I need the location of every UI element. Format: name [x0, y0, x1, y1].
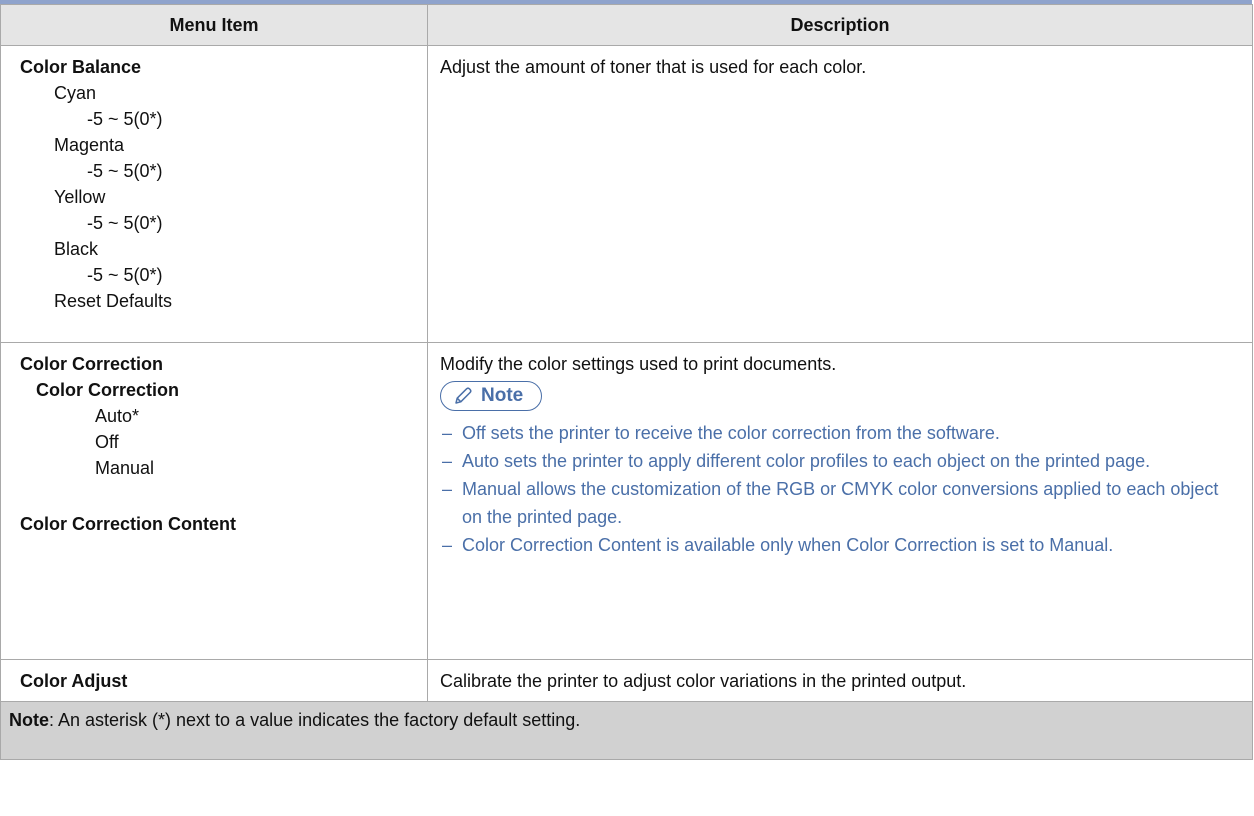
note-item: – Off sets the printer to receive the col…: [440, 419, 1242, 447]
menu-sub-item: Cyan: [54, 83, 97, 103]
menu-sub-item: Yellow: [54, 187, 106, 207]
description-text: Modify the color settings used to print …: [440, 354, 837, 374]
note-item-text: Color Correction Content is available on…: [462, 535, 1114, 555]
menu-sub-item: Reset Defaults: [54, 291, 173, 311]
note-dash: –: [442, 479, 453, 499]
note-label: Note: [481, 385, 524, 406]
note-item-text: Off sets the printer to receive the colo…: [462, 423, 1000, 443]
menu-item-title: Color Correction: [20, 354, 164, 374]
menu-option: Off: [95, 432, 119, 452]
menu-sub-title: Color Correction Content: [20, 514, 236, 534]
footer-note-text: : An asterisk (*) next to a value indica…: [49, 710, 581, 730]
menu-option: Manual: [95, 458, 155, 478]
note-dash: –: [442, 451, 453, 471]
menu-sub-title: Color Correction: [36, 380, 180, 400]
description-cell-color-balance: Adjust the amount of toner that is used …: [427, 45, 1253, 343]
note-item-text: Auto sets the printer to apply different…: [462, 451, 1151, 471]
table-row-color-balance: Color Balance Cyan -5 ~ 5(0*) Magenta -5…: [0, 45, 1253, 343]
footer-note: Note: An asterisk (*) next to a value in…: [0, 701, 1253, 760]
description-cell-color-adjust: Calibrate the printer to adjust color va…: [427, 659, 1253, 702]
table-footer-row: Note: An asterisk (*) next to a value in…: [0, 701, 1253, 760]
menu-item-title: Color Balance: [20, 57, 142, 77]
table-header-row: Menu Item Description: [0, 4, 1253, 46]
note-item: – Manual allows the customization of the …: [440, 475, 1242, 531]
menu-value-range: -5 ~ 5(0*): [87, 265, 163, 285]
menu-sub-item: Magenta: [54, 135, 125, 155]
note-dash: –: [442, 423, 453, 443]
menu-cell-color-balance: Color Balance Cyan -5 ~ 5(0*) Magenta -5…: [0, 45, 428, 343]
pencil-icon: [453, 386, 473, 406]
footer-note-label: Note: [9, 710, 49, 730]
menu-value-range: -5 ~ 5(0*): [87, 109, 163, 129]
menu-value-range: -5 ~ 5(0*): [87, 213, 163, 233]
note-item: – Auto sets the printer to apply differen…: [440, 447, 1242, 475]
table-row-color-adjust: Color Adjust Calibrate the printer to ad…: [0, 659, 1253, 702]
note-item-text: Manual allows the customization of the R…: [462, 479, 1219, 527]
note-dash: –: [442, 535, 453, 555]
menu-item-column-header: Menu Item: [0, 4, 428, 46]
menu-table: Menu Item Description Color Balance Cyan…: [0, 4, 1253, 760]
description-cell-color-correction: Modify the color settings used to print …: [427, 342, 1253, 660]
menu-cell-color-adjust: Color Adjust: [0, 659, 428, 702]
note-badge: Note: [440, 381, 543, 411]
menu-table-container: Menu Item Description Color Balance Cyan…: [0, 0, 1253, 760]
description-column-header: Description: [427, 4, 1253, 46]
note-list: – Off sets the printer to receive the col…: [440, 419, 1242, 559]
table-row-color-correction: Color Correction Color Correction Auto* …: [0, 342, 1253, 660]
note-item: – Color Correction Content is available o…: [440, 531, 1242, 559]
menu-value-range: -5 ~ 5(0*): [87, 161, 163, 181]
menu-option: Auto*: [95, 406, 140, 426]
menu-cell-color-correction: Color Correction Color Correction Auto* …: [0, 342, 428, 660]
menu-sub-item: Black: [54, 239, 99, 259]
